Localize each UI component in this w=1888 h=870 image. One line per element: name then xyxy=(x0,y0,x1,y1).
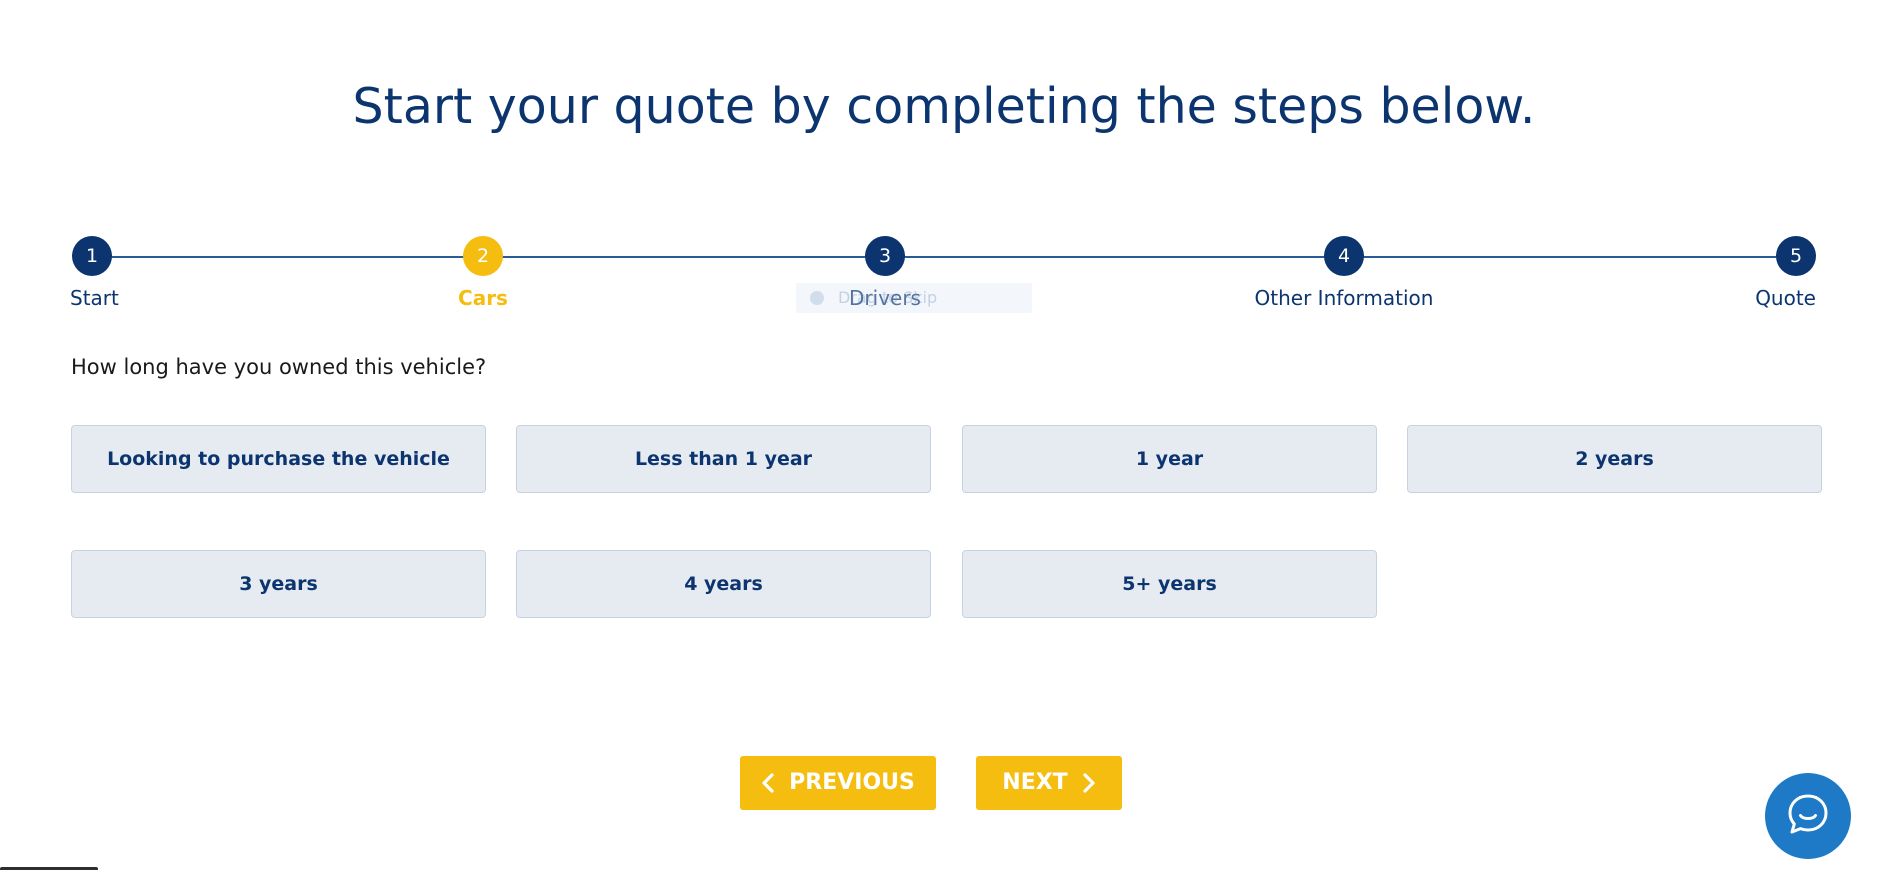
overlay-text: Drag to Skip xyxy=(838,288,938,307)
option-4-years[interactable]: 4 years xyxy=(516,550,931,618)
option-5-plus-years[interactable]: 5+ years xyxy=(962,550,1377,618)
option-looking-to-purchase[interactable]: Looking to purchase the vehicle xyxy=(71,425,486,493)
option-2-years[interactable]: 2 years xyxy=(1407,425,1822,493)
question-text: How long have you owned this vehicle? xyxy=(71,355,487,379)
step-number: 5 xyxy=(1776,236,1816,276)
quote-page: Start your quote by completing the steps… xyxy=(0,0,1888,870)
chat-button[interactable] xyxy=(1765,773,1851,859)
step-label: Cars xyxy=(458,286,508,310)
step-number: 4 xyxy=(1324,236,1364,276)
option-1-year[interactable]: 1 year xyxy=(962,425,1377,493)
step-label: Start xyxy=(70,286,119,310)
chevron-right-icon xyxy=(1082,772,1096,794)
previous-label: PREVIOUS xyxy=(789,770,915,795)
option-3-years[interactable]: 3 years xyxy=(71,550,486,618)
step-number: 1 xyxy=(72,236,112,276)
step-cars[interactable]: 2 Cars xyxy=(333,236,633,310)
step-label: Quote xyxy=(1755,286,1816,310)
next-button[interactable]: NEXT xyxy=(976,756,1122,810)
page-title: Start your quote by completing the steps… xyxy=(352,78,1536,135)
step-label: Other Information xyxy=(1254,286,1434,310)
next-label: NEXT xyxy=(1002,770,1068,795)
step-other-information[interactable]: 4 Other Information xyxy=(1194,236,1494,310)
step-start[interactable]: 1 Start xyxy=(70,236,272,310)
step-number: 3 xyxy=(865,236,905,276)
chat-bubble-icon xyxy=(1784,790,1832,842)
drag-to-skip-overlay[interactable]: Drag to Skip xyxy=(796,283,1032,313)
step-quote[interactable]: 5 Quote xyxy=(1616,236,1816,310)
previous-button[interactable]: PREVIOUS xyxy=(740,756,936,810)
chevron-left-icon xyxy=(761,772,775,794)
option-less-than-1-year[interactable]: Less than 1 year xyxy=(516,425,931,493)
step-number: 2 xyxy=(463,236,503,276)
drag-handle-icon xyxy=(810,291,824,305)
